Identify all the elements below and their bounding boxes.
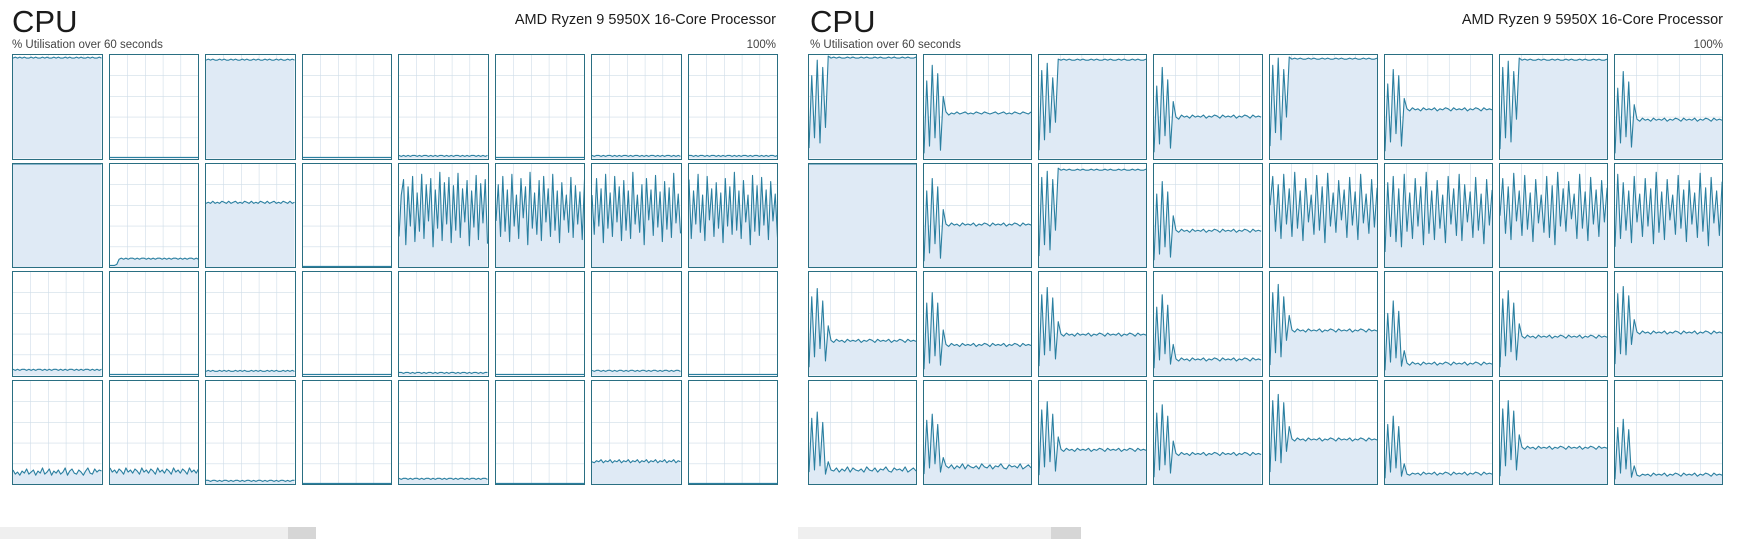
logical-processor-graph[interactable] [687, 54, 778, 160]
logical-processor-graph[interactable] [12, 271, 103, 377]
logical-processor-graph[interactable] [1038, 162, 1148, 268]
logical-processor-graph[interactable] [398, 54, 489, 160]
max-utilisation-label: 100% [746, 39, 776, 51]
logical-processor-graph[interactable] [1613, 271, 1723, 377]
logical-processor-graph[interactable] [398, 271, 489, 377]
logical-processor-graph[interactable] [12, 54, 103, 160]
logical-processor-graph[interactable] [1498, 162, 1608, 268]
logical-processor-graph[interactable] [398, 379, 489, 485]
panel-subheader-left: % Utilisation over 60 seconds 100% [0, 38, 790, 54]
logical-processor-graph[interactable] [1153, 54, 1263, 160]
logical-processor-graph[interactable] [1383, 379, 1493, 485]
task-manager-cpu-screenshot: CPU AMD Ryzen 9 5950X 16-Core Processor … [0, 0, 1737, 539]
cpu-model-label: AMD Ryzen 9 5950X 16-Core Processor [514, 12, 776, 28]
logical-processor-graph[interactable] [591, 54, 682, 160]
logical-processor-graph[interactable] [808, 271, 918, 377]
logical-processor-graph[interactable] [12, 379, 103, 485]
logical-processor-graph[interactable] [301, 162, 392, 268]
logical-processor-graph[interactable] [1268, 54, 1378, 160]
logical-processor-graph[interactable] [808, 54, 918, 160]
logical-processor-graph[interactable] [205, 54, 296, 160]
cpu-panel-right: CPU AMD Ryzen 9 5950X 16-Core Processor … [798, 0, 1737, 539]
taskbar-stub-left [798, 527, 1051, 539]
logical-processor-graph[interactable] [687, 162, 778, 268]
logical-processor-graph[interactable] [108, 271, 199, 377]
logical-processor-graph[interactable] [1498, 379, 1608, 485]
axis-label: % Utilisation over 60 seconds [12, 39, 163, 51]
logical-processor-graph[interactable] [205, 271, 296, 377]
cpu-model-label: AMD Ryzen 9 5950X 16-Core Processor [1461, 12, 1723, 28]
logical-processor-graph[interactable] [494, 271, 585, 377]
taskbar-stub-right [316, 527, 790, 539]
logical-processor-graph[interactable] [205, 379, 296, 485]
logical-processor-graph[interactable] [923, 162, 1033, 268]
taskbar-stub-mid [288, 527, 316, 539]
logical-processor-graph[interactable] [1153, 379, 1263, 485]
axis-label: % Utilisation over 60 seconds [810, 39, 961, 51]
logical-processor-graph[interactable] [12, 162, 103, 268]
logical-processor-graph[interactable] [687, 271, 778, 377]
logical-processor-graph[interactable] [398, 162, 489, 268]
logical-processor-grid[interactable] [808, 54, 1723, 485]
logical-processor-graph[interactable] [591, 379, 682, 485]
logical-processor-graph[interactable] [1613, 54, 1723, 160]
logical-processor-graph[interactable] [1498, 54, 1608, 160]
logical-processor-graph[interactable] [808, 162, 918, 268]
taskbar-stub-mid [1051, 527, 1081, 539]
logical-processor-graph[interactable] [1383, 162, 1493, 268]
logical-processor-graph[interactable] [494, 379, 585, 485]
logical-processor-graph[interactable] [205, 162, 296, 268]
logical-processor-graph[interactable] [494, 54, 585, 160]
logical-processor-graph[interactable] [301, 379, 392, 485]
logical-processor-graph[interactable] [108, 379, 199, 485]
logical-processor-graph[interactable] [1038, 271, 1148, 377]
logical-processor-graph[interactable] [1038, 54, 1148, 160]
logical-processor-graph[interactable] [1153, 162, 1263, 268]
cpu-panel-left: CPU AMD Ryzen 9 5950X 16-Core Processor … [0, 0, 790, 539]
panel-subheader-right: % Utilisation over 60 seconds 100% [798, 38, 1737, 54]
logical-processor-graph[interactable] [923, 54, 1033, 160]
logical-processor-graph[interactable] [923, 379, 1033, 485]
logical-processor-graph[interactable] [108, 162, 199, 268]
panel-header-left: CPU AMD Ryzen 9 5950X 16-Core Processor [0, 0, 790, 39]
logical-processor-graph[interactable] [301, 54, 392, 160]
logical-processor-graph[interactable] [301, 271, 392, 377]
logical-processor-graph[interactable] [1268, 271, 1378, 377]
logical-processor-graph[interactable] [1613, 379, 1723, 485]
logical-processor-graph[interactable] [1383, 54, 1493, 160]
logical-processor-graph[interactable] [687, 379, 778, 485]
logical-processor-graph[interactable] [1268, 162, 1378, 268]
logical-processor-graph[interactable] [1038, 379, 1148, 485]
taskbar-stub-left [0, 527, 288, 539]
logical-processor-graph[interactable] [1613, 162, 1723, 268]
logical-processor-graph[interactable] [1153, 271, 1263, 377]
logical-processor-graph[interactable] [591, 162, 682, 268]
logical-processor-graph[interactable] [1268, 379, 1378, 485]
logical-processor-graph[interactable] [1383, 271, 1493, 377]
max-utilisation-label: 100% [1693, 39, 1723, 51]
logical-processor-graph[interactable] [923, 271, 1033, 377]
logical-processor-graph[interactable] [808, 379, 918, 485]
logical-processor-graph[interactable] [591, 271, 682, 377]
logical-processor-graph[interactable] [1498, 271, 1608, 377]
logical-processor-graph[interactable] [108, 54, 199, 160]
panel-header-right: CPU AMD Ryzen 9 5950X 16-Core Processor [798, 0, 1737, 39]
logical-processor-graph[interactable] [494, 162, 585, 268]
logical-processor-grid[interactable] [12, 54, 778, 485]
